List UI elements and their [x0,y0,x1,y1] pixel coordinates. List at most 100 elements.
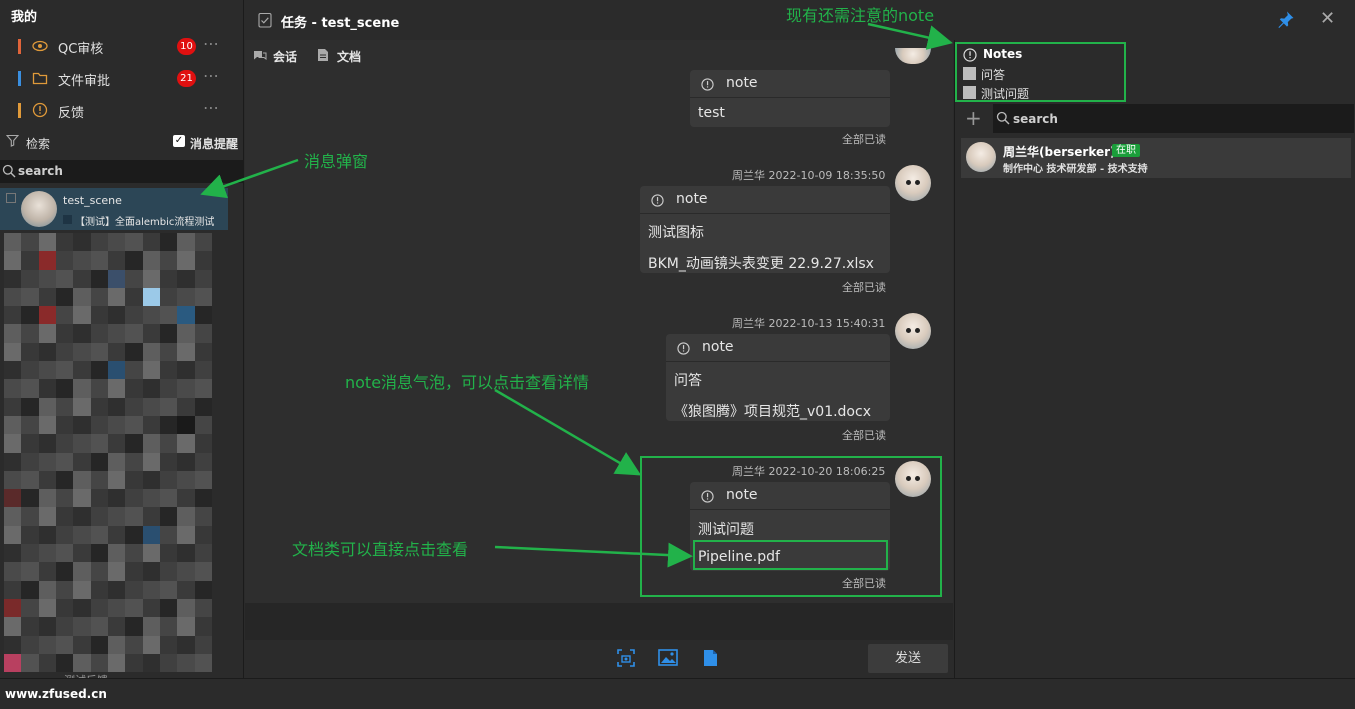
highlight-box [640,456,942,597]
mosaic-tile [177,580,195,599]
mosaic-tile [194,287,212,307]
read-status: 全部已读 [842,281,886,294]
more-icon[interactable]: ⋯ [203,34,220,53]
mosaic-tile [56,470,74,490]
mosaic-tile [108,544,126,563]
mosaic-tile [56,635,74,654]
mosaic-tile [73,434,91,453]
message-input[interactable] [245,603,953,640]
mosaic-tile [38,269,56,288]
file-icon[interactable] [703,649,718,667]
mosaic-tile [108,653,126,673]
filter-icon[interactable] [6,134,19,147]
member-name: 周兰华(berserker) [1003,145,1116,159]
mosaic-tile [108,452,126,471]
mosaic-tile [73,379,91,398]
mosaic-tile [4,525,22,545]
note-bubble[interactable]: note 测试图标 BKM_动画镜头表变更 22.9.27.xlsx [640,186,890,273]
mosaic-tile [21,434,39,453]
mosaic-tile [142,233,160,252]
send-button[interactable]: 发送 [868,644,948,673]
sidebar-item-feedback[interactable]: 反馈 ⋯ [0,95,244,125]
mosaic-tile [142,434,160,453]
chat-bubble-icon [254,51,267,60]
task-checkbox[interactable] [6,193,16,203]
avatar [966,142,996,172]
pin-icon[interactable] [1277,10,1295,28]
note-item[interactable]: 测试问题 [981,85,1029,102]
annotation-doc: 文档类可以直接点击查看 [292,540,469,559]
mosaic-tile [21,598,39,618]
mosaic-tile [194,598,212,618]
mosaic-tile [21,397,39,416]
mosaic-tile [125,434,143,453]
note-bubble[interactable]: note test [690,70,890,127]
mosaic-tile [142,251,160,270]
note-item[interactable]: 问答 [981,66,1005,83]
mosaic-tile [160,434,178,453]
mosaic-tile [125,287,143,307]
mosaic-tile [194,361,212,380]
mosaic-tile [142,269,160,288]
tab-conversation[interactable]: 会话 [273,48,297,65]
unread-badge: 21 [177,70,196,87]
member-search-input[interactable]: search [993,104,1354,133]
note-checkbox[interactable] [963,67,976,80]
mosaic-tile [73,233,91,252]
mosaic-tile [4,489,22,508]
search-icon [2,164,16,178]
add-member-icon[interactable]: + [965,106,982,130]
mosaic-tile [73,470,91,490]
sidebar-item-qc-review[interactable]: QC审核 10 ⋯ [0,31,244,61]
note-bubble[interactable]: note 问答 《狼图腾》项目规范_v01.docx [666,334,890,421]
notify-checkbox[interactable]: ✓ [173,135,185,147]
mosaic-tile [108,415,126,435]
more-icon[interactable]: ⋯ [203,66,220,85]
mosaic-tile [108,342,126,362]
more-icon[interactable]: ⋯ [203,98,220,117]
sidebar-search-input[interactable]: search [0,160,244,183]
input-toolbar: 发送 [245,640,953,678]
mosaic-tile [90,306,108,325]
screenshot-icon[interactable] [617,649,635,667]
mosaic-tile [194,415,212,435]
mosaic-tile [125,306,143,325]
website-url: www.zfused.cn [5,687,107,701]
mosaic-tile [194,452,212,471]
eye-icon [32,40,48,52]
close-icon[interactable]: ✕ [1320,8,1335,29]
mosaic-tile [73,562,91,581]
tab-documents[interactable]: 文档 [337,48,361,65]
note-header: note [666,334,890,362]
mosaic-tile [160,342,178,362]
mosaic-tile [21,269,39,288]
mosaic-tile [108,635,126,654]
mosaic-tile [56,251,74,270]
sidebar-item-file-approval[interactable]: 文件审批 21 ⋯ [0,63,244,93]
image-icon[interactable] [658,649,678,666]
mosaic-tile [177,415,195,435]
note-checkbox[interactable] [963,86,976,99]
status-badge: 在职 [1112,144,1140,157]
conversation-item-selected[interactable]: test_scene 【测试】全面alembic流程测试 [0,188,228,230]
attachment-link[interactable]: 《狼图腾》项目规范_v01.docx [674,401,871,421]
mosaic-tile [194,562,212,581]
mosaic-tile [21,415,39,435]
member-item[interactable]: 周兰华(berserker) 在职 制作中心 技术研发部 - 技术支持 [961,138,1351,178]
notes-list: Notes 问答 测试问题 [955,42,1126,102]
notify-label[interactable]: 消息提醒 [190,135,238,152]
mosaic-tile [73,507,91,526]
sidebar-item-label: QC审核 [58,42,104,57]
mosaic-tile [177,617,195,636]
mosaic-tile [177,507,195,526]
mosaic-tile [142,287,160,307]
mosaic-tile [38,470,56,490]
filter-label[interactable]: 检索 [26,135,50,152]
mosaic-tile [56,562,74,581]
mosaic-tile [21,544,39,563]
note-text: test [698,105,725,121]
mosaic-tile [108,598,126,618]
mosaic-tile [177,470,195,490]
attachment-link[interactable]: BKM_动画镜头表变更 22.9.27.xlsx [648,253,874,273]
annotation-top: 现有还需注意的note [786,6,935,25]
